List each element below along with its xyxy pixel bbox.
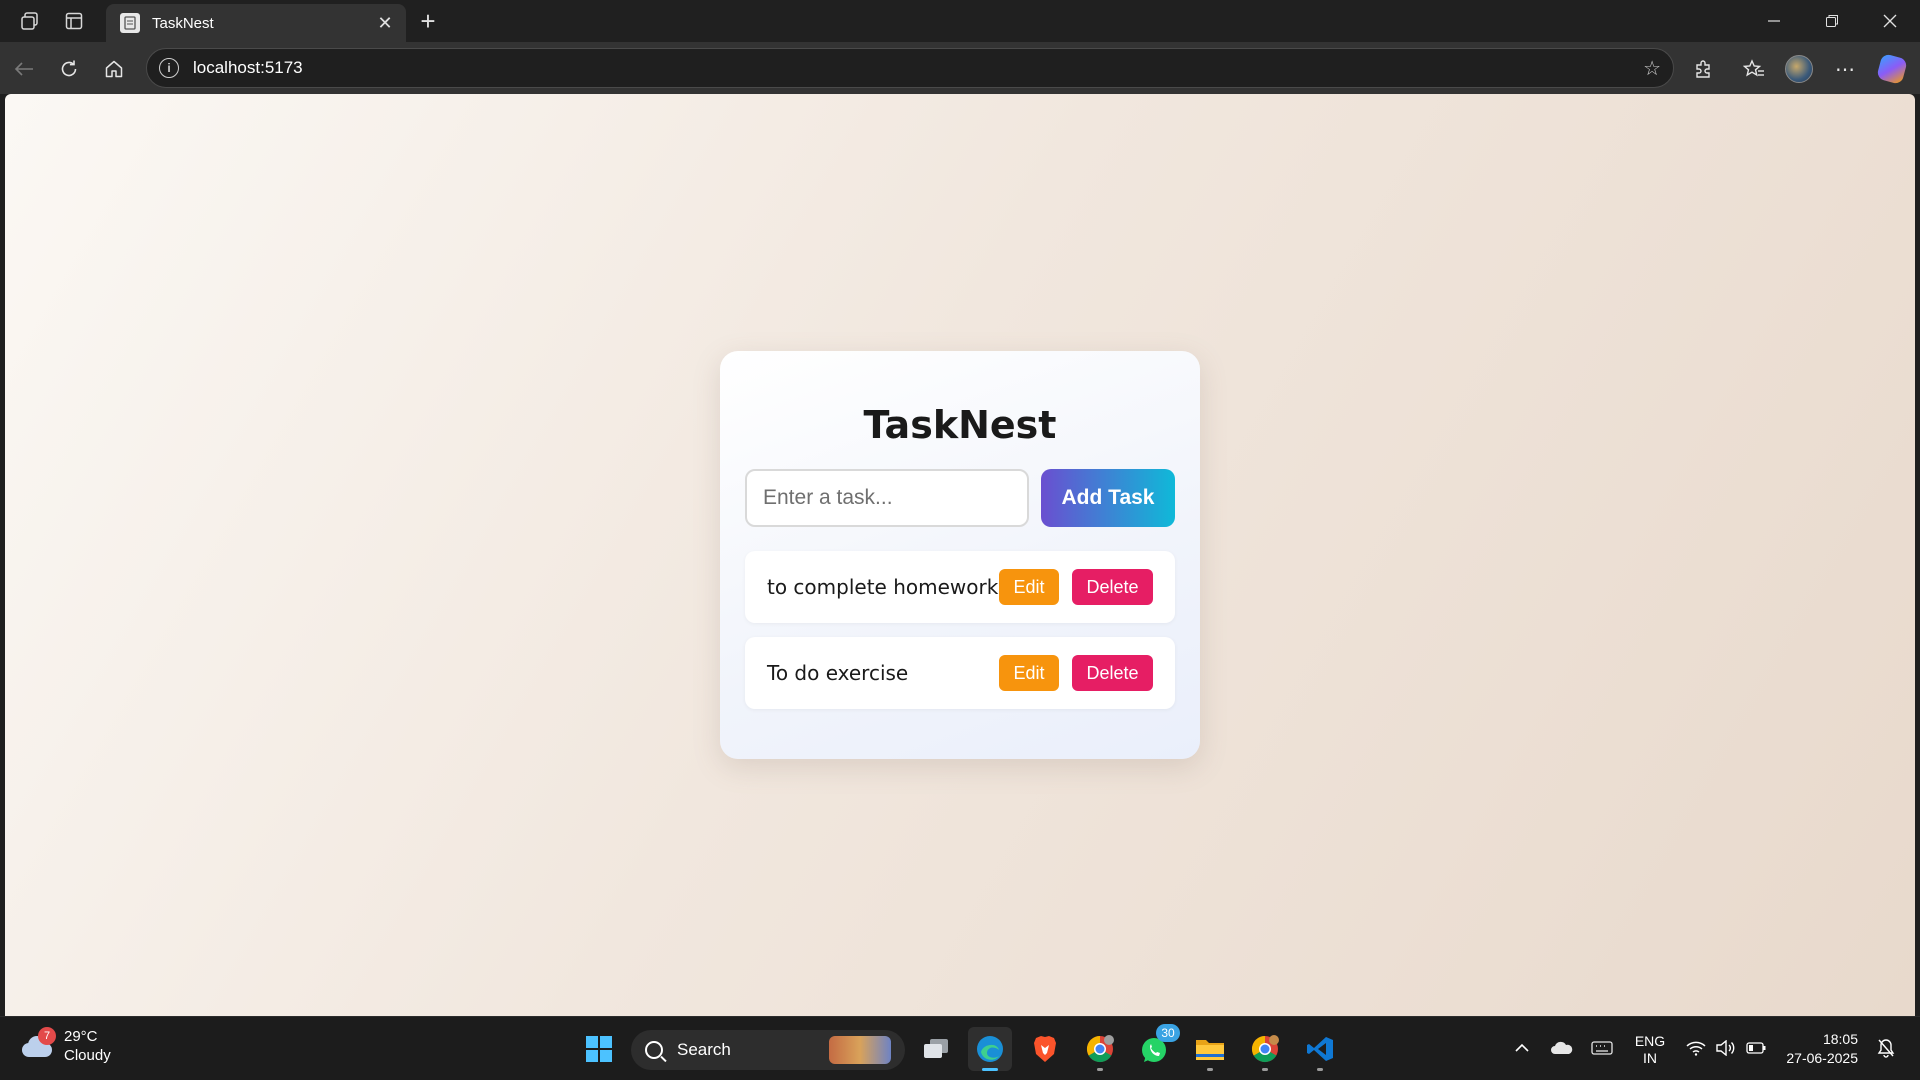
task-text: To do exercise [767,661,909,685]
clock-date: 27-06-2025 [1786,1050,1858,1066]
volume-icon[interactable] [1713,1035,1739,1061]
edge-icon[interactable] [968,1027,1012,1071]
browser-toolbar: i localhost:5173 ☆ ⋯ [0,42,1920,94]
add-task-button[interactable]: Add Task [1041,469,1175,527]
whatsapp-badge: 30 [1156,1024,1180,1042]
search-icon [645,1041,663,1059]
app-title: TaskNest [863,403,1057,447]
back-icon[interactable] [7,52,41,86]
language-line2: IN [1643,1050,1657,1066]
vertical-tabs-icon[interactable] [58,6,90,36]
favorite-star-icon[interactable]: ☆ [1643,56,1661,81]
profile-avatar[interactable] [1782,52,1816,86]
weather-temp: 29°C [64,1028,98,1045]
battery-icon[interactable] [1743,1035,1769,1061]
home-icon[interactable] [97,52,131,86]
site-info-icon[interactable]: i [159,58,179,78]
taskbar-search[interactable]: Search [631,1030,905,1070]
workspaces-icon[interactable] [14,6,46,36]
keyboard-icon[interactable] [1589,1035,1615,1061]
clock-time: 18:05 [1822,1031,1858,1047]
windows-start-icon[interactable] [577,1027,621,1071]
close-window-icon[interactable] [1861,0,1919,42]
onedrive-cloud-icon[interactable] [1549,1035,1575,1061]
weather-widget[interactable]: 7 29°C Cloudy [20,1027,111,1065]
settings-more-icon[interactable]: ⋯ [1828,52,1862,86]
new-tab-button[interactable]: + [412,6,444,36]
notification-bell-icon[interactable] [1873,1035,1899,1061]
url-text[interactable]: localhost:5173 [193,58,1643,78]
favorites-icon[interactable] [1737,52,1771,86]
search-label: Search [677,1040,731,1059]
reload-icon[interactable] [52,52,86,86]
wifi-icon[interactable] [1683,1035,1709,1061]
browser-titlebar: TaskNest ✕ + [0,0,1920,42]
task-item: To do exercise Edit Delete [745,637,1175,709]
windows-taskbar: 7 29°C Cloudy Search 30 ENG IN 18:05 27-… [0,1016,1920,1080]
delete-button[interactable]: Delete [1072,655,1153,691]
task-input-row: Add Task [745,469,1175,527]
show-hidden-icons-chevron-icon[interactable] [1509,1035,1535,1061]
cloud-icon: 7 [20,1027,56,1059]
vscode-icon[interactable] [1298,1027,1342,1071]
chrome-profile-icon[interactable] [1243,1027,1287,1071]
delete-button[interactable]: Delete [1072,569,1153,605]
tab-title: TaskNest [152,14,214,32]
task-view-icon[interactable] [914,1027,958,1071]
restore-icon[interactable] [1803,0,1861,42]
language-line1: ENG [1634,1033,1666,1049]
file-explorer-icon[interactable] [1188,1027,1232,1071]
weather-badge: 7 [38,1027,56,1045]
tasknest-card: TaskNest Add Task to complete homework E… [720,351,1200,759]
weather-condition: Cloudy [64,1047,111,1064]
page-viewport: TaskNest Add Task to complete homework E… [5,94,1915,1016]
avatar [1785,55,1813,83]
whatsapp-icon[interactable]: 30 [1133,1024,1180,1071]
edit-button[interactable]: Edit [999,655,1059,691]
chrome-icon[interactable] [1078,1027,1122,1071]
edit-button[interactable]: Edit [999,569,1059,605]
search-highlight-image [829,1036,891,1064]
copilot-logo [1876,53,1908,85]
task-text: to complete homework [767,575,999,599]
task-item: to complete homework Edit Delete [745,551,1175,623]
tab-favicon-icon [120,13,140,33]
copilot-icon[interactable] [1875,52,1909,86]
address-bar[interactable]: i localhost:5173 ☆ [146,48,1674,88]
minimize-icon[interactable] [1745,0,1803,42]
language-indicator[interactable]: ENG IN [1632,1033,1668,1067]
browser-tab-active[interactable]: TaskNest ✕ [106,4,406,42]
task-input[interactable] [745,469,1029,527]
clock[interactable]: 18:05 27-06-2025 [1782,1030,1858,1068]
brave-icon[interactable] [1023,1027,1067,1071]
tab-close-icon[interactable]: ✕ [374,13,396,34]
extensions-icon[interactable] [1686,52,1720,86]
